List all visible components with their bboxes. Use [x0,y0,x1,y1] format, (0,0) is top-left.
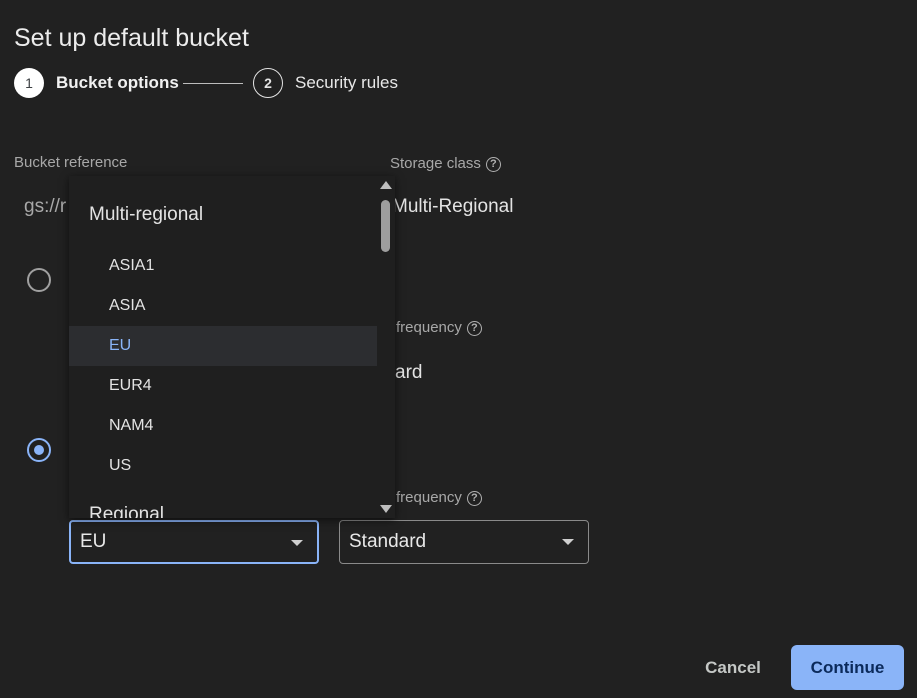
bucket-reference-label: Bucket reference [14,154,128,171]
frequency-select[interactable]: Standard [339,520,589,564]
step-1-label: Bucket options [56,73,179,92]
scrollbar-thumb[interactable] [381,200,390,252]
cancel-button[interactable]: Cancel [690,646,776,690]
chevron-down-icon [291,540,303,546]
dialog-title: Set up default bucket [14,24,249,52]
help-icon[interactable]: ? [485,156,501,172]
option-eur4[interactable]: EUR4 [69,366,377,406]
bucket-reference-value: gs://r [24,196,67,217]
stepper-connector [183,83,243,84]
location-option-radio-1[interactable] [27,268,51,292]
location-select[interactable]: EU [69,520,319,564]
option-eu[interactable]: EU [69,326,377,366]
option-nam4[interactable]: NAM4 [69,406,377,446]
access-frequency-label-2: frequency? [396,489,482,506]
step-2-indicator: 2 [253,68,283,98]
help-icon[interactable]: ? [466,320,482,336]
frequency-select-value: Standard [349,531,427,552]
scroll-down-arrow-icon[interactable] [380,505,392,513]
location-option-radio-2[interactable] [27,438,51,462]
help-icon[interactable]: ? [466,490,482,506]
scroll-up-arrow-icon[interactable] [380,181,392,189]
option-asia[interactable]: ASIA [69,286,377,326]
dropdown-scrollbar[interactable] [377,176,395,518]
access-frequency-label-1-text: frequency [396,319,462,336]
step-1-indicator: 1 [14,68,44,98]
chevron-down-icon [562,539,574,545]
storage-class-value: Multi-Regional [392,196,514,217]
group-header-regional: Regional [89,504,164,518]
option-us[interactable]: US [69,446,377,486]
access-frequency-value-1: ard [395,362,423,383]
location-select-value: EU [80,531,107,552]
storage-class-label-text: Storage class [390,155,481,172]
location-dropdown-menu: Multi-regional ASIA1 ASIA EU EUR4 NAM4 U… [69,176,395,518]
group-header-multi-regional: Multi-regional [89,204,204,225]
access-frequency-label-2-text: frequency [396,489,462,506]
storage-class-label: Storage class? [390,155,501,172]
access-frequency-label-1: frequency? [396,319,482,336]
step-2-label: Security rules [295,73,398,92]
continue-button[interactable]: Continue [791,645,904,690]
option-asia1[interactable]: ASIA1 [69,246,377,286]
